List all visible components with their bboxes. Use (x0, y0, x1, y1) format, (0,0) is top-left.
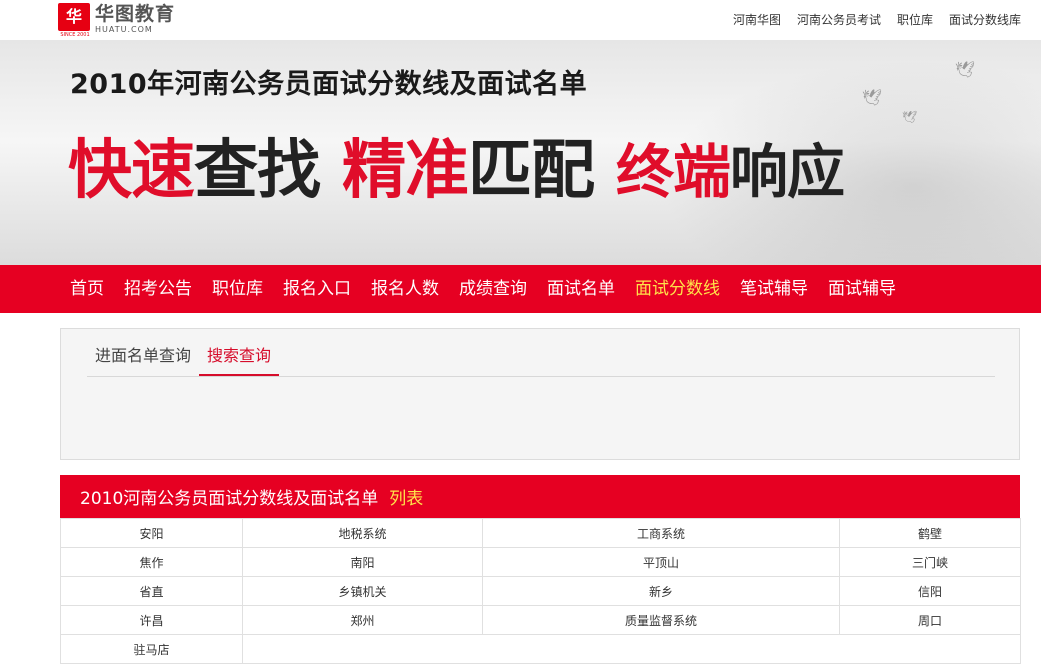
nav-item-interview-list[interactable]: 面试名单 (547, 265, 615, 313)
slogan-word-dark: 查找 (194, 134, 321, 208)
region-link[interactable]: 三门峡 (912, 556, 948, 570)
search-tabs: 进面名单查询 搜索查询 (87, 341, 995, 377)
tab-interview-list-query[interactable]: 进面名单查询 (87, 341, 199, 376)
table-row: 安阳 地税系统 工商系统 鹤壁 (60, 518, 1021, 548)
slogan-word-dark: 响应 (730, 138, 845, 206)
slogan-word-red: 终端 (616, 138, 731, 206)
nav-item-home[interactable]: 首页 (70, 265, 104, 313)
main-nav: 首页 招考公告 职位库 报名入口 报名人数 成绩查询 面试名单 面试分数线 笔试… (0, 265, 1041, 313)
logo-en: HUATU.COM (95, 25, 153, 34)
table-row: 许昌 郑州 质量监督系统 周口 (60, 605, 1021, 635)
top-links: 河南华图 河南公务员考试 职位库 面试分数线库 (733, 11, 1021, 28)
region-link[interactable]: 周口 (918, 614, 942, 628)
nav-item-job-db[interactable]: 职位库 (212, 265, 263, 313)
slogan-word-dark: 匹配 (468, 134, 595, 208)
region-table: 安阳 地税系统 工商系统 鹤壁 焦作 南阳 平顶山 三门峡 省直 乡镇机关 新乡… (60, 518, 1021, 664)
region-link[interactable]: 地税系统 (338, 527, 386, 541)
nav-item-announcements[interactable]: 招考公告 (124, 265, 192, 313)
huatu-logo[interactable]: 华 SINCE 2001 华图教育 HUATU.COM (58, 3, 175, 38)
top-link-henan-exam[interactable]: 河南公务员考试 (797, 11, 881, 28)
table-row: 驻马店 (60, 634, 1021, 664)
region-link[interactable]: 质量监督系统 (625, 614, 697, 628)
slogan-word-red: 精准 (342, 134, 469, 208)
table-row: 省直 乡镇机关 新乡 信阳 (60, 576, 1021, 606)
banner-title: 2010年河南公务员面试分数线及面试名单 (70, 69, 588, 100)
logo-cn: 华图教育 (95, 3, 176, 25)
region-link[interactable]: 乡镇机关 (338, 585, 386, 599)
banner-slogan: 快速查找 精准匹配 终端响应 (68, 133, 845, 210)
nav-item-interview-cutoff[interactable]: 面试分数线 (635, 265, 720, 313)
logo-since: SINCE 2001 (60, 32, 90, 38)
nav-item-interview-tutoring[interactable]: 面试辅导 (828, 265, 896, 313)
top-link-job-db[interactable]: 职位库 (897, 11, 933, 28)
dove-icon: 🕊 (862, 88, 883, 107)
nav-item-written-tutoring[interactable]: 笔试辅导 (740, 265, 808, 313)
top-link-henan-huatu[interactable]: 河南华图 (733, 11, 781, 28)
top-link-score-db[interactable]: 面试分数线库 (949, 11, 1021, 28)
logo-text: 华图教育 HUATU.COM (95, 3, 175, 34)
region-link[interactable]: 驻马店 (133, 643, 169, 657)
table-row: 焦作 南阳 平顶山 三门峡 (60, 547, 1021, 577)
list-suffix: 列表 (389, 489, 424, 509)
nav-item-score-query[interactable]: 成绩查询 (459, 265, 527, 313)
region-link[interactable]: 省直 (139, 585, 163, 599)
nav-item-applicant-count[interactable]: 报名人数 (371, 265, 439, 313)
region-link[interactable]: 郑州 (350, 614, 374, 628)
region-link[interactable]: 南阳 (350, 556, 374, 570)
region-link[interactable]: 平顶山 (643, 556, 679, 570)
region-link[interactable]: 工商系统 (637, 527, 685, 541)
region-link[interactable]: 焦作 (139, 556, 163, 570)
list-header: 2010河南公务员面试分数线及面试名单 列表 (60, 475, 1020, 518)
top-bar: 华 SINCE 2001 华图教育 HUATU.COM 河南华图 河南公务员考试… (0, 0, 1041, 40)
region-link[interactable]: 新乡 (649, 585, 673, 599)
region-link[interactable]: 安阳 (139, 527, 163, 541)
hero-banner: 🕊 🕊 🕊 2010年河南公务员面试分数线及面试名单 快速查找 精准匹配 终端响应 (0, 40, 1041, 265)
region-link[interactable]: 许昌 (139, 614, 163, 628)
tab-search-query[interactable]: 搜索查询 (199, 341, 280, 376)
dove-icon: 🕊 (902, 110, 918, 124)
list-title: 2010河南公务员面试分数线及面试名单 (80, 489, 379, 509)
logo-mark: 华 (58, 3, 90, 31)
region-link[interactable]: 鹤壁 (918, 527, 942, 541)
region-link[interactable]: 信阳 (918, 585, 942, 599)
dove-icon: 🕊 (955, 60, 976, 79)
slogan-word-red: 快速 (68, 134, 195, 208)
search-panel: 进面名单查询 搜索查询 (60, 328, 1020, 460)
nav-item-registration[interactable]: 报名入口 (283, 265, 351, 313)
